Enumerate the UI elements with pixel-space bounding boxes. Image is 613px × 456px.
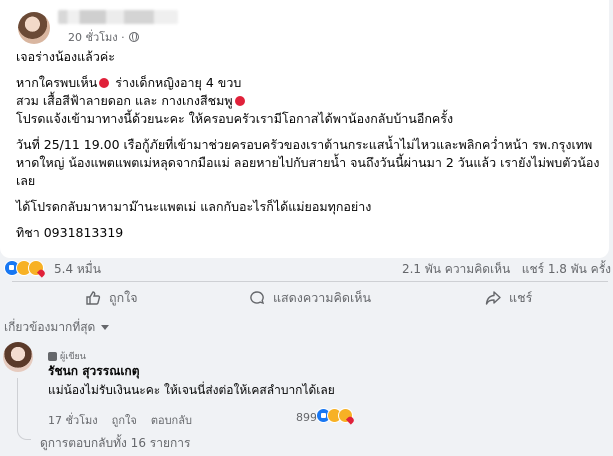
share-count[interactable]: แชร์ 1.8 พัน ครั้ง [522, 262, 611, 276]
red-circle-icon [99, 78, 110, 88]
post-time[interactable]: 20 ชั่วโมง · [68, 28, 125, 46]
reactions-summary: 5.4 หมื่น 2.1 พัน ความคิดเห็น แชร์ 1.8 พ… [4, 258, 613, 280]
post-line: ได้โปรดกลับมาหามาม๊านะแพตเม่ แลกกับอะไรก… [16, 199, 372, 214]
like-button[interactable]: ถูกใจ [12, 282, 211, 313]
author-badge: ผู้เขียน [48, 349, 86, 363]
caret-down-icon [101, 325, 110, 330]
post-line: วันที่ 25/11 19.00 เรือกู้ภัยที่เข้ามาช่… [16, 137, 593, 152]
post-line: หากใครพบเห็น ร่างเด็กหญิงอายุ 4 ขวบ [16, 75, 242, 90]
care-reaction-icon [338, 408, 353, 423]
comment-like-link[interactable]: ถูกใจ [112, 411, 137, 429]
reaction-count[interactable]: 5.4 หมื่น [54, 260, 101, 279]
comment-count[interactable]: 2.1 พัน ความคิดเห็น [402, 262, 510, 276]
comment-time[interactable]: 17 ชั่วโมง [48, 411, 98, 429]
comment-button[interactable]: แสดงความคิดเห็น [211, 282, 410, 313]
care-reaction-icon [28, 260, 44, 276]
commenter-name[interactable]: รัชนก สุวรรณเกตุ [48, 362, 139, 381]
comment-share-stats: 2.1 พัน ความคิดเห็น แชร์ 1.8 พัน ครั้ง [402, 260, 611, 279]
globe-icon [128, 32, 139, 42]
post-line: เจอร่างน้องแล้วค่ะ [16, 49, 115, 64]
comment-label: แสดงความคิดเห็น [272, 289, 372, 305]
view-replies-link[interactable]: ดูการตอบกลับทั้ง 16 รายการ [40, 434, 190, 453]
author-badge-icon [48, 351, 57, 361]
action-bar: ถูกใจ แสดงความคิดเห็น แชร์ [12, 281, 608, 313]
comment-sort-dropdown[interactable]: เกี่ยวข้องมากที่สุด [4, 318, 110, 337]
thumbs-up-icon [86, 290, 101, 305]
post-line: หาดใหญ่ น้องแพตแพตเม่หลุดจากมือแม่ ลอยหา… [16, 155, 600, 170]
like-label: ถูกใจ [109, 289, 138, 305]
post-line: โปรดแจ้งเข้ามาทางนี้ด้วยนะคะ ให้ครอบครัว… [16, 111, 454, 126]
comment-reaction-count[interactable]: 899 [296, 411, 317, 424]
share-label: แชร์ [509, 289, 533, 305]
speech-bubble-icon [250, 290, 265, 304]
author-avatar[interactable] [18, 12, 50, 44]
comment-reaction-icons[interactable] [316, 408, 353, 423]
post-line: เลย [16, 173, 36, 188]
comment-meta: 17 ชั่วโมง ถูกใจ ตอบกลับ [48, 411, 192, 429]
author-name-blurred[interactable] [58, 10, 178, 24]
comment-text: แม่น้องไม่รับเงินนะคะ ให้เจนนี่ส่งต่อให้… [48, 383, 335, 397]
post-line: ทิชา 0931813319 [16, 225, 124, 240]
thread-connector [17, 378, 31, 440]
share-arrow-icon [485, 290, 501, 305]
comment-bubble: ผู้เขียน รัชนก สุวรรณเกตุ แม่น้องไม่รับเ… [40, 343, 370, 405]
post-card: 20 ชั่วโมง · เจอร่างน้องแล้วค่ะ หากใครพบ… [0, 0, 609, 258]
post-meta: 20 ชั่วโมง · [68, 28, 139, 46]
commenter-avatar[interactable] [3, 342, 33, 372]
post-body: เจอร่างน้องแล้วค่ะ หากใครพบเห็น ร่างเด็ก… [16, 48, 606, 242]
red-circle-icon [234, 96, 245, 106]
post-line: สวม เสื้อสีฟ้าลายดอก และ กางเกงสีชมพู [16, 92, 606, 110]
share-button[interactable]: แชร์ [409, 282, 608, 313]
reaction-icons[interactable] [4, 260, 44, 276]
comment-reply-link[interactable]: ตอบกลับ [151, 411, 192, 429]
comment-sort-label: เกี่ยวข้องมากที่สุด [4, 320, 96, 334]
